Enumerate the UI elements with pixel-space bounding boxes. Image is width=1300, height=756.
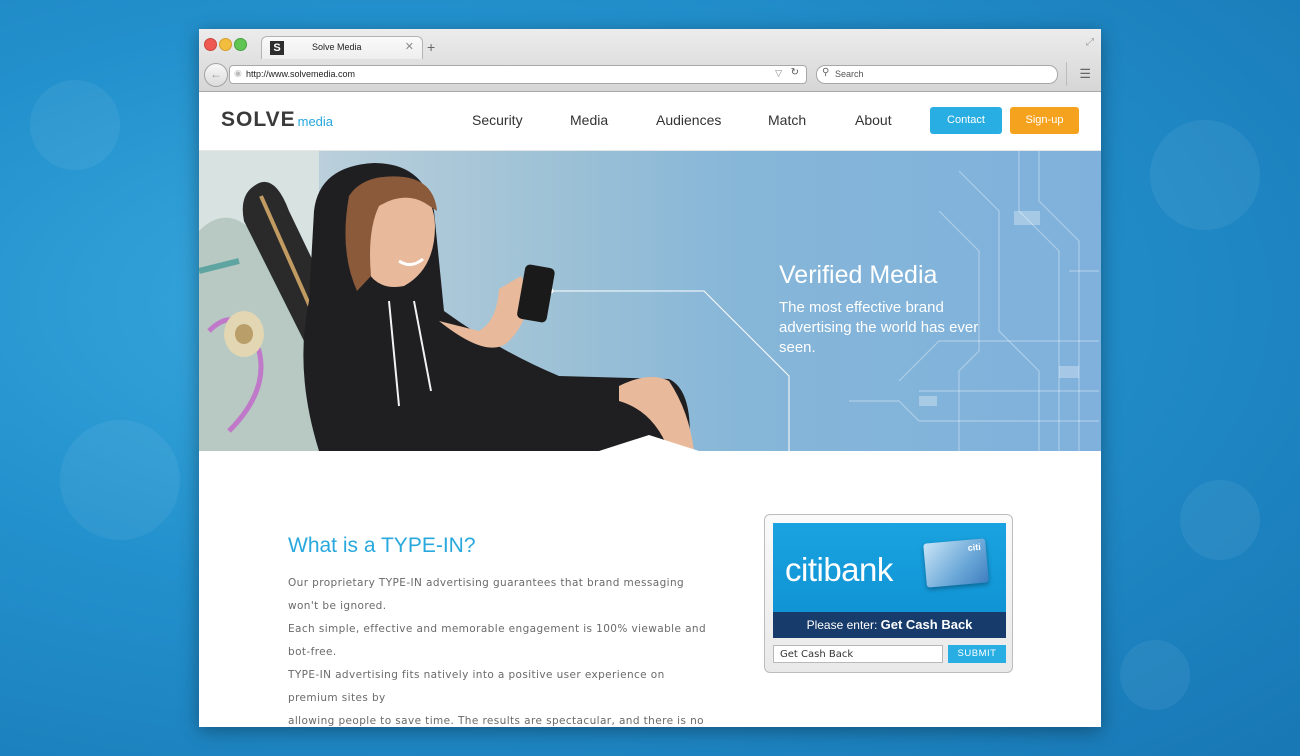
section-body: Our proprietary TYPE-IN advertising guar… [288,572,718,727]
nav-about[interactable]: About [855,112,892,128]
prompt-phrase: Get Cash Back [880,617,973,632]
credit-card-image: citi [923,538,989,588]
body-line: TYPE-IN advertising fits natively into a… [288,669,665,704]
background-bokeh [30,80,120,170]
hero-banner: Verified Media The most effective brand … [199,151,1101,451]
search-placeholder: Search [835,69,864,79]
site-logo[interactable]: SOLVE media [221,108,333,132]
body-line: Our proprietary TYPE-IN advertising guar… [288,577,685,612]
back-button[interactable]: ← [204,63,228,87]
background-bokeh [1150,120,1260,230]
ad-creative[interactable]: citibank citi Please enter: Get Cash Bac… [773,523,1006,638]
nav-media[interactable]: Media [570,112,608,128]
background-bokeh [1180,480,1260,560]
contact-button[interactable]: Contact [930,107,1002,134]
ad-prompt: Please enter: Get Cash Back [773,612,1006,638]
typein-widget: citibank citi Please enter: Get Cash Bac… [764,514,1013,673]
hero-text: Verified Media The most effective brand … [779,261,1019,358]
site-header: SOLVE media Security Media Audiences Matc… [199,92,1101,151]
url-text: http://www.solvemedia.com [246,69,356,79]
prompt-prefix: Please enter: [806,618,878,632]
body-line: Each simple, effective and memorable eng… [288,623,707,658]
toolbar-divider [1066,62,1067,86]
close-window-button[interactable] [204,38,217,51]
nav-security[interactable]: Security [472,112,523,128]
new-tab-icon[interactable]: + [427,39,435,55]
nav-audiences[interactable]: Audiences [656,112,721,128]
submit-button[interactable]: SUBMIT [948,645,1006,663]
browser-tab[interactable]: S Solve Media ✕ [261,36,423,59]
typein-input[interactable]: Get Cash Back [773,645,943,663]
section-title: What is a TYPE-IN? [288,534,476,557]
menu-icon[interactable]: ☰ [1079,66,1091,82]
reload-icon[interactable]: ↻ [791,67,799,78]
body-line: allowing people to save time. The result… [288,715,704,727]
search-icon: ⚲ [822,67,830,78]
browser-window: S Solve Media ✕ + ⤢ ← ◉ http://www.solve… [199,29,1101,727]
nav-match[interactable]: Match [768,112,806,128]
card-brand-label: citi [967,541,982,553]
close-tab-icon[interactable]: ✕ [405,40,414,53]
hero-subtitle: The most effective brand advertising the… [779,299,979,356]
search-bar[interactable]: ⚲ Search [816,65,1058,84]
minimize-window-button[interactable] [219,38,232,51]
site-favicon-icon: S [270,41,284,55]
citibank-logo: citibank [785,551,893,588]
logo-subtext: media [297,114,334,129]
globe-icon: ◉ [234,68,242,78]
browser-toolbar: S Solve Media ✕ + ⤢ ← ◉ http://www.solve… [199,29,1101,92]
url-dropdown-icon[interactable]: ▽ [775,68,782,79]
zoom-window-button[interactable] [234,38,247,51]
fullscreen-icon[interactable]: ⤢ [1086,37,1094,48]
address-bar[interactable]: ◉ http://www.solvemedia.com ▽ ↻ [229,65,807,84]
logo-wordmark: SOLVE [221,108,296,131]
signup-button[interactable]: Sign-up [1010,107,1079,134]
background-bokeh [1120,640,1190,710]
background-bokeh [60,420,180,540]
tab-title: Solve Media [312,42,362,52]
hero-title: Verified Media [779,261,938,289]
